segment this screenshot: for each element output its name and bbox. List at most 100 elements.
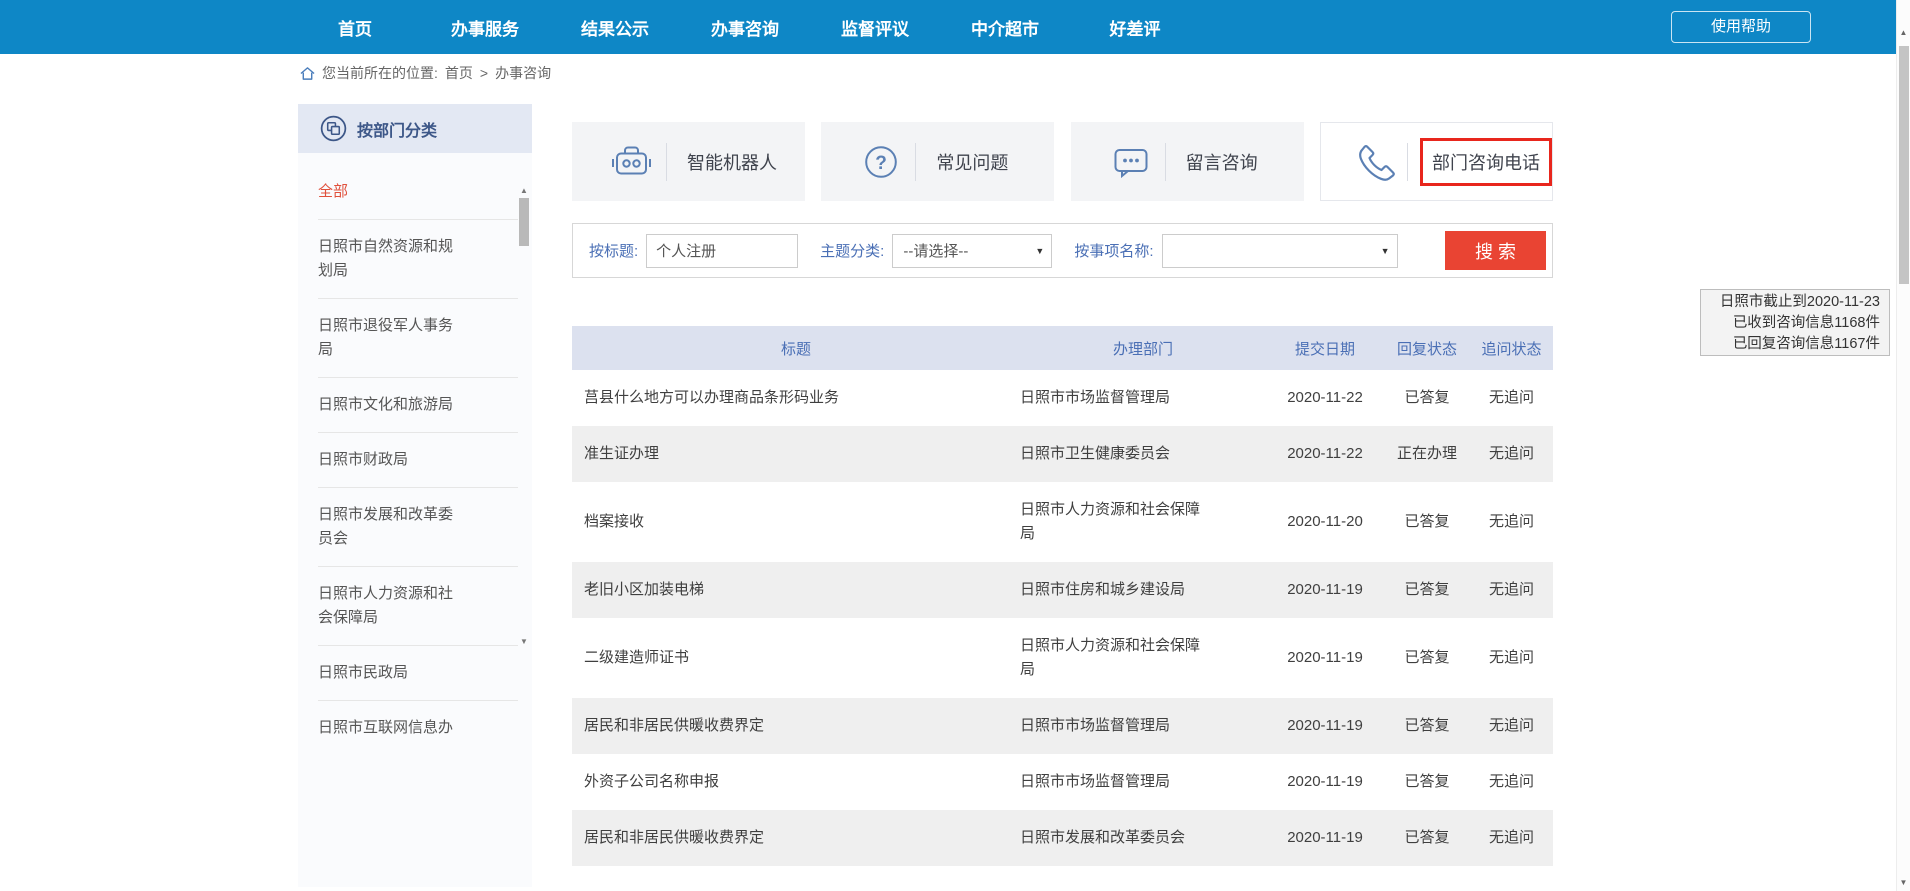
category-icon [320,115,347,142]
cell-follow-status: 无追问 [1470,698,1553,754]
nav-item[interactable]: 结果公示 [550,15,680,40]
cell-department: 日照市发展和改革委员会 [1020,810,1266,866]
sidebar-item[interactable]: 全部 [318,165,518,220]
chevron-down-icon: ▼ [1381,246,1390,256]
cell-title[interactable]: 档案接收 [572,482,1020,562]
cell-date: 2020-11-22 [1266,426,1384,482]
cell-title[interactable]: 老旧小区加装电梯 [572,562,1020,618]
page: 首页办事服务结果公示办事咨询监督评议中介超市好差评 使用帮助 您当前所在的位置:… [0,0,1910,891]
cell-reply-status: 已答复 [1384,562,1470,618]
notice-line: 已收到咨询信息1168件 [1701,313,1880,334]
col-header-reply-status: 回复状态 [1384,326,1470,370]
notice-line: 已回复咨询信息1167件 [1701,334,1880,355]
tab-label-highlighted: 部门咨询电话 [1420,138,1552,186]
help-button[interactable]: 使用帮助 [1671,11,1811,43]
breadcrumb-current: 办事咨询 [495,63,551,83]
breadcrumb-home-link[interactable]: 首页 [445,63,473,83]
category-filter-label: 主题分类: [820,240,884,261]
cell-title[interactable]: 莒县什么地方可以办理商品条形码业务 [572,370,1020,426]
cell-follow-status: 无追问 [1470,370,1553,426]
cell-title[interactable]: 外资子公司名称申报 [572,754,1020,810]
cell-title[interactable]: 二级建造师证书 [572,618,1020,698]
cell-date: 2020-11-19 [1266,810,1384,866]
scroll-up-icon[interactable]: ▲ [1897,28,1910,37]
title-filter-input[interactable] [646,234,798,268]
table-row: 二级建造师证书 日照市人力资源和社会保障局 2020-11-19 已答复 无追问 [572,618,1553,698]
phone-icon [1357,143,1397,181]
sidebar-item[interactable]: 日照市民政局 [318,646,518,701]
cell-follow-status: 无追问 [1470,426,1553,482]
consultation-table: 标题 办理部门 提交日期 回复状态 追问状态 莒县什么地方可以办理商品条形码业务… [572,326,1553,866]
tab-部门咨询电话[interactable]: 部门咨询电话 [1320,122,1553,201]
search-button[interactable]: 搜 索 [1445,231,1546,270]
sidebar-item[interactable]: 日照市退役军人事务局 [318,299,518,378]
sidebar-scroll-up-icon[interactable]: ▲ [517,186,531,195]
nav-item[interactable]: 首页 [290,15,420,40]
search-form: 按标题: 主题分类: --请选择-- ▼ 按事项名称: ▼ 搜 索 [572,223,1553,278]
page-scrollbar-thumb[interactable] [1899,46,1909,284]
message-icon [1107,146,1155,178]
col-header-department: 办理部门 [1020,326,1266,370]
sidebar-item[interactable]: 日照市人力资源和社会保障局 [318,567,518,646]
cell-date: 2020-11-19 [1266,698,1384,754]
nav-item[interactable]: 监督评议 [810,15,940,40]
table-header-row: 标题 办理部门 提交日期 回复状态 追问状态 [572,326,1553,370]
breadcrumb-prefix: 您当前所在的位置: [322,63,438,83]
cell-department: 日照市市场监督管理局 [1020,754,1266,810]
sidebar-item[interactable]: 日照市自然资源和规划局 [318,220,518,299]
category-select-value: --请选择-- [903,240,968,261]
robot-icon [608,146,656,178]
cell-date: 2020-11-19 [1266,562,1384,618]
tab-label: 留言咨询 [1186,149,1258,175]
cell-date: 2020-11-20 [1266,482,1384,562]
nav-item[interactable]: 办事咨询 [680,15,810,40]
item-filter-label: 按事项名称: [1074,240,1153,261]
sidebar-item[interactable]: 日照市发展和改革委员会 [318,488,518,567]
cell-reply-status: 正在办理 [1384,426,1470,482]
col-header-follow-status: 追问状态 [1470,326,1553,370]
home-icon [300,66,315,81]
tab-divider [1407,143,1408,181]
cell-reply-status: 已答复 [1384,810,1470,866]
cell-department: 日照市住房和城乡建设局 [1020,562,1266,618]
sidebar-item[interactable]: 日照市互联网信息办 [318,701,518,755]
cell-follow-status: 无追问 [1470,482,1553,562]
table-row: 外资子公司名称申报 日照市市场监督管理局 2020-11-19 已答复 无追问 [572,754,1553,810]
sidebar-scrollbar-thumb[interactable] [519,198,529,246]
department-sidebar: 按部门分类 全部日照市自然资源和规划局日照市退役军人事务局日照市文化和旅游局日照… [298,104,532,887]
cell-reply-status: 已答复 [1384,618,1470,698]
nav-item[interactable]: 中介超市 [940,15,1070,40]
tab-留言咨询[interactable]: 留言咨询 [1071,122,1304,201]
cell-department: 日照市卫生健康委员会 [1020,426,1266,482]
cell-reply-status: 已答复 [1384,482,1470,562]
top-navbar: 首页办事服务结果公示办事咨询监督评议中介超市好差评 使用帮助 [0,0,1896,54]
cell-reply-status: 已答复 [1384,370,1470,426]
cell-department: 日照市市场监督管理局 [1020,698,1266,754]
nav-item[interactable]: 好差评 [1070,15,1200,40]
col-header-title: 标题 [572,326,1020,370]
cell-department: 日照市市场监督管理局 [1020,370,1266,426]
cell-date: 2020-11-22 [1266,370,1384,426]
table-row: 居民和非居民供暖收费界定 日照市市场监督管理局 2020-11-19 已答复 无… [572,698,1553,754]
sidebar-scroll-down-icon[interactable]: ▼ [517,637,531,646]
scroll-down-icon[interactable]: ▼ [1897,878,1910,887]
svg-text:?: ? [876,153,888,174]
category-select[interactable]: --请选择-- ▼ [892,234,1052,268]
tab-常见问题[interactable]: ? 常见问题 [821,122,1054,201]
cell-title[interactable]: 居民和非居民供暖收费界定 [572,810,1020,866]
consult-tabs: 智能机器人 ? 常见问题 留言咨询 部门咨询电话 [572,122,1553,201]
tab-智能机器人[interactable]: 智能机器人 [572,122,805,201]
item-name-select[interactable]: ▼ [1162,234,1398,268]
tab-label: 智能机器人 [687,149,777,175]
cell-title[interactable]: 准生证办理 [572,426,1020,482]
cell-date: 2020-11-19 [1266,618,1384,698]
sidebar-item[interactable]: 日照市财政局 [318,433,518,488]
cell-date: 2020-11-19 [1266,754,1384,810]
cell-title[interactable]: 居民和非居民供暖收费界定 [572,698,1020,754]
main-content: 智能机器人 ? 常见问题 留言咨询 部门咨询电话 按标题: 主题分类: --请选… [572,122,1553,201]
nav-item[interactable]: 办事服务 [420,15,550,40]
sidebar-item[interactable]: 日照市文化和旅游局 [318,378,518,433]
notice-line: 日照市截止到2020-11-23 [1701,292,1880,313]
table-row: 老旧小区加装电梯 日照市住房和城乡建设局 2020-11-19 已答复 无追问 [572,562,1553,618]
question-icon: ? [857,145,905,179]
